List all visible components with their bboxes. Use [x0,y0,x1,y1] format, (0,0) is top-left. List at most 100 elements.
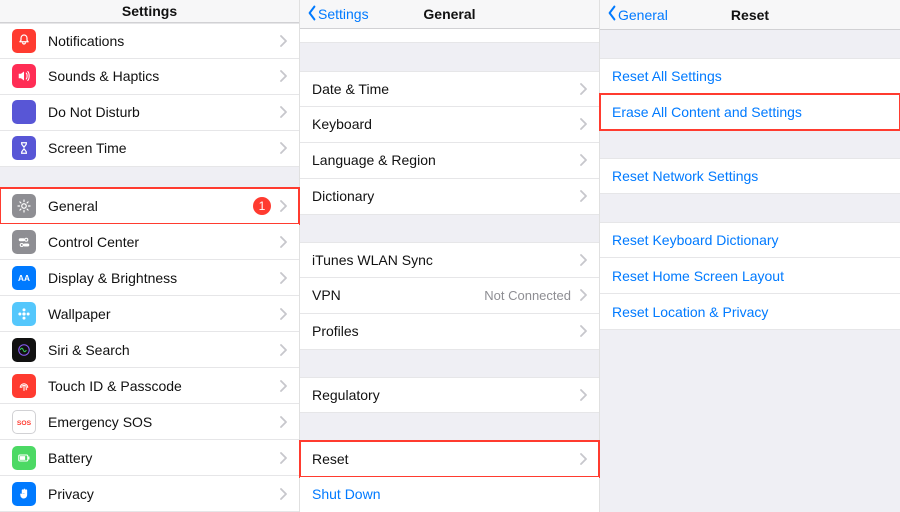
chevron-right-icon [279,272,287,284]
row-label: Sounds & Haptics [48,68,279,84]
section-gap [300,413,599,440]
general-row-reset[interactable]: Reset [300,441,599,477]
empty-space [600,330,900,512]
row-label: Reset All Settings [612,68,888,84]
settings-row-battery[interactable]: Battery [0,440,299,476]
chevron-right-icon [279,308,287,320]
settings-row-touch-id-passcode[interactable]: Touch ID & Passcode [0,368,299,404]
partial-row [300,29,599,43]
reset-row-reset-home-screen-layout[interactable]: Reset Home Screen Layout [600,258,900,294]
chevron-right-icon [579,190,587,202]
settings-row-general[interactable]: General1 [0,188,299,224]
shut-down-row[interactable]: Shut Down [300,477,599,512]
chevron-right-icon [579,118,587,130]
general-row-language-region[interactable]: Language & Region [300,143,599,179]
chevron-right-icon [579,154,587,166]
row-label: Do Not Disturb [48,104,279,120]
row-label: Reset Keyboard Dictionary [612,232,888,248]
reset-row-reset-keyboard-dictionary[interactable]: Reset Keyboard Dictionary [600,222,900,258]
reset-row-reset-network-settings[interactable]: Reset Network Settings [600,158,900,194]
back-to-general-button[interactable]: General [606,5,668,24]
row-label: VPN [312,287,484,303]
chevron-right-icon [579,325,587,337]
settings-row-control-center[interactable]: Control Center [0,224,299,260]
row-label: Privacy [48,486,279,502]
row-label: Regulatory [312,387,579,403]
reset-row-erase-all-content-and-settings[interactable]: Erase All Content and Settings [600,94,900,130]
moon-icon [12,100,36,124]
section-gap [0,167,299,188]
notification-badge: 1 [253,197,271,215]
back-label: General [618,7,668,23]
chevron-right-icon [279,106,287,118]
row-label: Date & Time [312,81,579,97]
battery-icon [12,446,36,470]
chevron-right-icon [279,452,287,464]
chevron-right-icon [279,416,287,428]
chevron-left-icon [306,5,318,24]
section-gap [600,30,900,58]
settings-row-screen-time[interactable]: Screen Time [0,131,299,167]
section-gap [600,130,900,158]
reset-pane: General Reset Reset All Settings Erase Al… [600,0,900,512]
chevron-right-icon [279,70,287,82]
settings-row-siri-search[interactable]: Siri & Search [0,332,299,368]
aa-icon: AA [12,266,36,290]
row-label: Profiles [312,323,579,339]
general-row-keyboard[interactable]: Keyboard [300,107,599,143]
settings-nav: Settings [0,0,299,23]
section-gap [300,350,599,377]
settings-row-notifications[interactable]: Notifications [0,23,299,59]
flower-icon [12,302,36,326]
chevron-right-icon [279,200,287,212]
row-label: iTunes WLAN Sync [312,252,579,268]
section-gap [600,194,900,222]
back-to-settings-button[interactable]: Settings [306,5,369,24]
row-detail: Not Connected [484,288,571,303]
chevron-right-icon [279,380,287,392]
row-label: Touch ID & Passcode [48,378,279,394]
svg-text:SOS: SOS [17,420,32,427]
general-row-date-time[interactable]: Date & Time [300,71,599,107]
row-label: Display & Brightness [48,270,279,286]
row-label: Reset Network Settings [612,168,888,184]
chevron-right-icon [279,488,287,500]
settings-row-sounds-haptics[interactable]: Sounds & Haptics [0,59,299,95]
general-row-regulatory[interactable]: Regulatory [300,377,599,413]
reset-title: Reset [731,7,769,23]
sos-icon: SOS [12,410,36,434]
reset-row-reset-location-privacy[interactable]: Reset Location & Privacy [600,294,900,330]
general-nav: Settings General [300,0,599,29]
section-gap [300,43,599,70]
settings-pane: Settings Notifications Sounds & Haptics Do… [0,0,300,512]
general-row-vpn[interactable]: VPNNot Connected [300,278,599,314]
bell-icon [12,29,36,53]
general-title: General [423,6,475,22]
chevron-right-icon [579,83,587,95]
row-label: Notifications [48,33,279,49]
settings-row-do-not-disturb[interactable]: Do Not Disturb [0,95,299,131]
back-label: Settings [318,6,369,22]
row-label: Reset [312,451,579,467]
general-row-profiles[interactable]: Profiles [300,314,599,350]
row-label: Screen Time [48,140,279,156]
chevron-right-icon [579,453,587,465]
hand-icon [12,482,36,506]
gear-icon [12,194,36,218]
settings-title: Settings [122,3,177,19]
chevron-right-icon [279,344,287,356]
settings-row-emergency-sos[interactable]: SOSEmergency SOS [0,404,299,440]
row-label: Battery [48,450,279,466]
hourglass-icon [12,136,36,160]
row-label: Wallpaper [48,306,279,322]
general-row-dictionary[interactable]: Dictionary [300,179,599,215]
reset-row-reset-all-settings[interactable]: Reset All Settings [600,58,900,94]
settings-row-wallpaper[interactable]: Wallpaper [0,296,299,332]
settings-row-privacy[interactable]: Privacy [0,476,299,512]
speaker-icon [12,64,36,88]
settings-row-display-brightness[interactable]: AA Display & Brightness [0,260,299,296]
row-label: General [48,198,253,214]
chevron-left-icon [606,5,618,24]
row-label: Dictionary [312,188,579,204]
general-row-itunes-wlan-sync[interactable]: iTunes WLAN Sync [300,242,599,278]
